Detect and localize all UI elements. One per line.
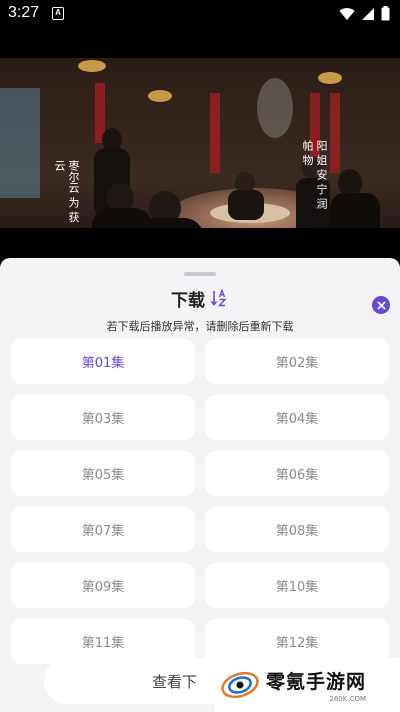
episode-button[interactable]: 第06集 [205, 451, 389, 496]
sheet-title-row: 下载 [0, 286, 400, 311]
download-notice: 若下载后播放异常，请删除后重新下载 [106, 320, 294, 333]
video-bottom-strip [0, 228, 400, 258]
video-subtitle-left: 枣尔云 为 获云 [52, 160, 80, 230]
battery-icon [381, 6, 390, 21]
episode-button[interactable]: 第03集 [11, 395, 195, 440]
close-icon [376, 300, 386, 310]
watermark-title: 零氪手游网 [266, 671, 367, 693]
video-player[interactable]: 枣尔云 为 获云 阳 姐 安 宁 润 帕 物 [0, 30, 400, 258]
episode-grid: 第01集 第02集 第03集 第04集 第05集 第06集 第07集 第08集 … [11, 339, 389, 664]
episode-button[interactable]: 第08集 [205, 507, 389, 552]
status-time: 3:27 [8, 4, 40, 21]
view-downloads-label: 查看下 [152, 672, 198, 691]
wifi-icon [339, 7, 355, 20]
status-bar: 3:27 A [0, 0, 400, 30]
watermark-url: 260K.COM [329, 695, 367, 703]
episode-button[interactable]: 第05集 [11, 451, 195, 496]
subtitle-right-line-1: 阳 姐 安 宁 [315, 140, 328, 195]
status-icons [339, 6, 390, 21]
sort-az-icon[interactable] [211, 289, 229, 307]
drag-handle[interactable] [184, 272, 216, 276]
episode-button[interactable]: 第09集 [11, 563, 195, 608]
video-subtitle-right: 阳 姐 安 宁 润 帕 物 [300, 140, 328, 220]
episode-button[interactable]: 第01集 [11, 339, 195, 384]
episode-button[interactable]: 第04集 [205, 395, 389, 440]
sheet-title: 下载 [171, 290, 205, 311]
close-button[interactable] [372, 296, 390, 314]
watermark-text: 零氪手游网 260K.COM [266, 667, 366, 703]
episode-button[interactable]: 第07集 [11, 507, 195, 552]
watermark: 零氪手游网 260K.COM [214, 658, 400, 712]
subtitle-left-line-1: 枣尔云 [67, 160, 80, 193]
episode-button[interactable]: 第10集 [205, 563, 389, 608]
notification-icon: A [52, 7, 64, 20]
download-sheet: 下载 若下载后播放异常，请删除后重新下载 第01集 第02集 第03集 第04集… [0, 258, 400, 712]
episode-button[interactable]: 第02集 [205, 339, 389, 384]
signal-icon [362, 7, 374, 20]
watermark-logo [221, 671, 259, 699]
